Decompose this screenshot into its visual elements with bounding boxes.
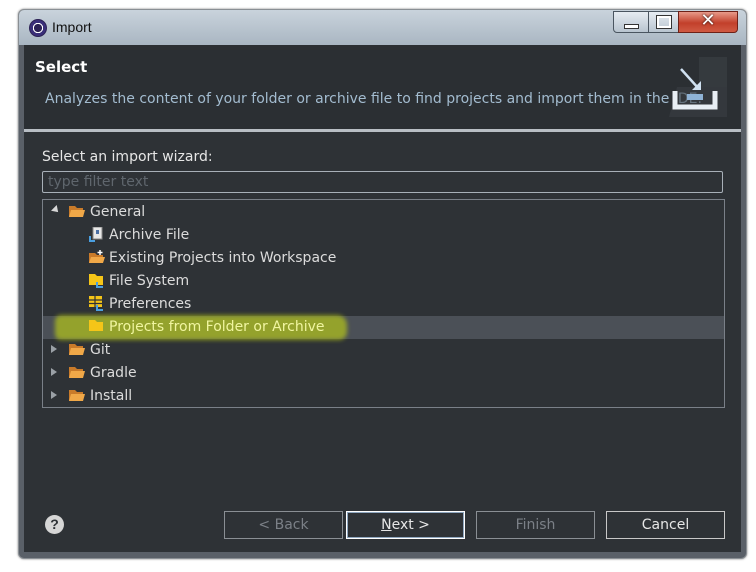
help-icon[interactable]: ? [45, 515, 64, 534]
page-description: Analyzes the content of your folder or a… [45, 91, 702, 107]
import-wizard-banner-icon [669, 57, 727, 117]
cancel-button[interactable]: Cancel [606, 511, 725, 539]
button-bar: ? < Back Next > Finish Cancel [24, 492, 741, 552]
maximize-icon [656, 15, 672, 29]
tree-item-projects-from-folder[interactable]: Projects from Folder or Archive [43, 315, 724, 340]
tree-item-label: File System [109, 273, 190, 289]
archive-file-icon [89, 227, 103, 242]
title-bar[interactable]: Import ✕ [19, 10, 746, 45]
folder-open-icon [69, 367, 85, 378]
back-button[interactable]: < Back [224, 511, 343, 539]
filter-field[interactable] [42, 171, 723, 193]
wizard-body: Select an import wizard: General Archive… [24, 132, 741, 492]
filter-input[interactable] [43, 172, 722, 192]
folder-open-icon [69, 390, 85, 401]
existing-projects-icon [89, 250, 105, 263]
next-button[interactable]: Next > [346, 511, 465, 539]
expand-arrow-icon[interactable] [51, 391, 57, 399]
window-title: Import [52, 19, 92, 35]
minimize-icon [624, 24, 639, 29]
preferences-icon [89, 296, 103, 311]
tree-item-label: Gradle [90, 365, 137, 381]
folder-icon [89, 320, 103, 331]
page-title: Select [35, 58, 88, 76]
tree-item-preferences[interactable]: Preferences [43, 293, 724, 316]
import-dialog: Import ✕ Select Analyzes the content of … [18, 9, 747, 559]
tree-item-file-system[interactable]: File System [43, 270, 724, 293]
tree-item-label: Existing Projects into Workspace [109, 250, 337, 266]
tree-item-general[interactable]: General [43, 201, 724, 224]
tree-item-install[interactable]: Install [43, 385, 724, 407]
expand-arrow-icon[interactable] [51, 345, 57, 353]
expand-arrow-icon[interactable] [51, 368, 57, 376]
tree-item-archive-file[interactable]: Archive File [43, 224, 724, 247]
wizard-label: Select an import wizard: [42, 149, 213, 165]
minimize-button[interactable] [613, 11, 649, 33]
tree-item-label: Preferences [109, 296, 192, 312]
eclipse-icon [29, 19, 47, 37]
tree-item-gradle[interactable]: Gradle [43, 362, 724, 385]
folder-open-icon [69, 344, 85, 355]
wizard-header: Select Analyzes the content of your fold… [24, 45, 741, 129]
file-system-icon [89, 274, 103, 288]
maximize-button[interactable] [648, 11, 679, 33]
tree-item-label: General [90, 204, 146, 220]
close-button[interactable]: ✕ [678, 10, 738, 33]
tree-item-git[interactable]: Git [43, 339, 724, 362]
tree-item-label: Git [90, 342, 111, 358]
tree-item-label: Projects from Folder or Archive [109, 319, 325, 335]
wizard-tree[interactable]: General Archive File Existing Projects i… [42, 199, 725, 408]
close-icon: ✕ [700, 10, 716, 31]
tree-item-label: Archive File [109, 227, 190, 243]
next-label: ext > [391, 517, 430, 533]
next-mnemonic: N [381, 517, 392, 533]
tree-item-existing-projects[interactable]: Existing Projects into Workspace [43, 247, 724, 270]
folder-open-icon [69, 206, 85, 217]
finish-button[interactable]: Finish [476, 511, 595, 539]
collapse-arrow-icon[interactable] [51, 205, 61, 215]
tree-item-label: Install [90, 388, 133, 404]
